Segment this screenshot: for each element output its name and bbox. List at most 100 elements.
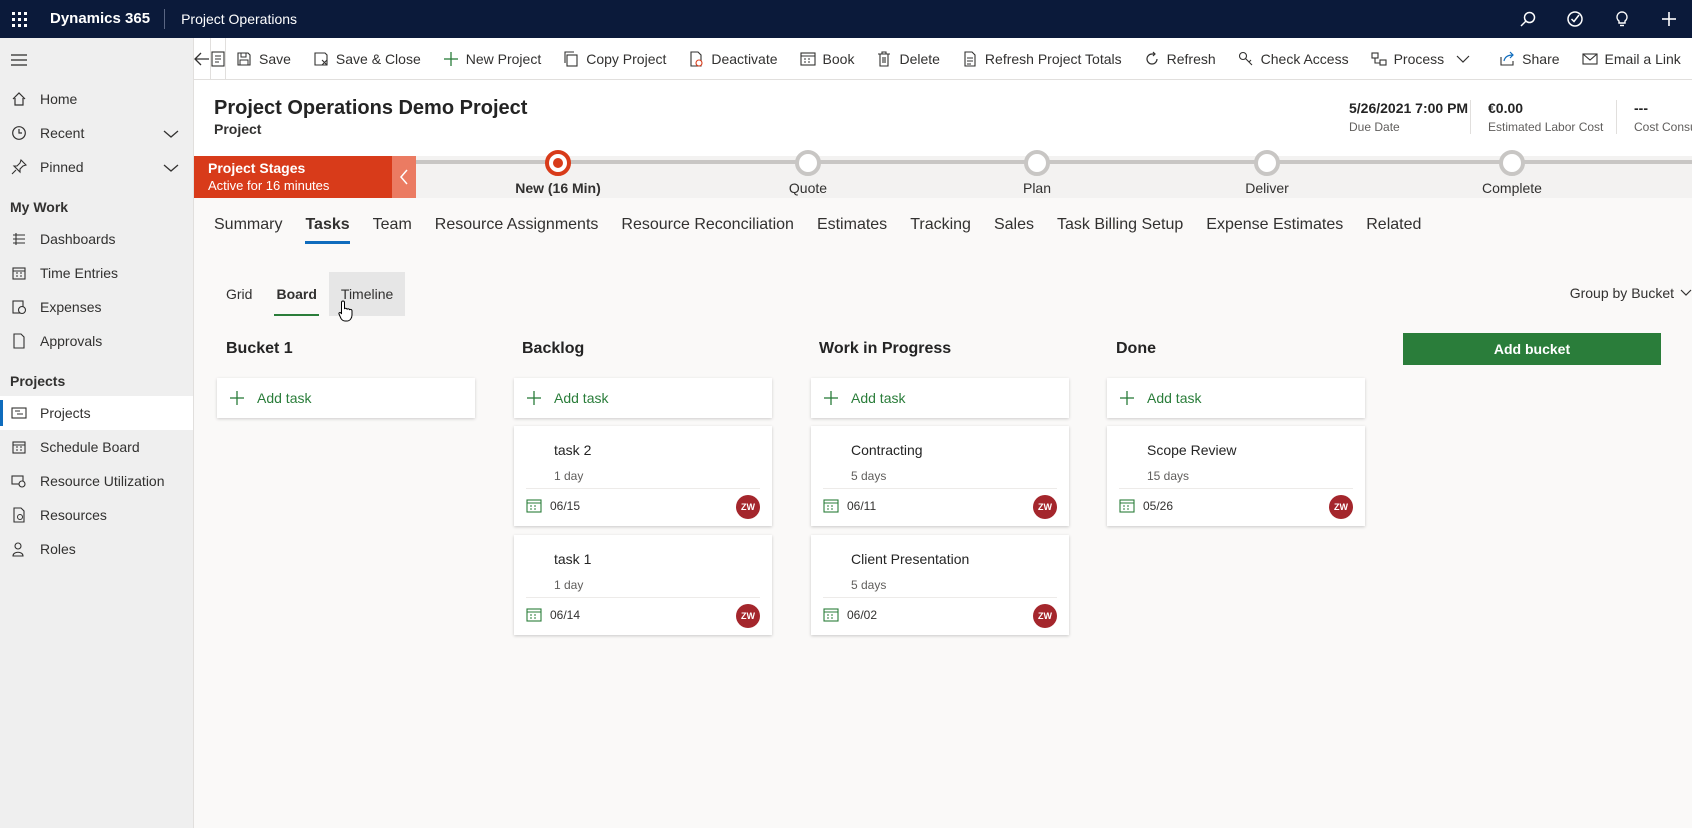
nav-section-projects: Projects bbox=[10, 373, 66, 389]
nav-item-home[interactable]: Home bbox=[0, 82, 193, 116]
deactivate-button[interactable]: Deactivate bbox=[678, 38, 789, 79]
tab-tracking[interactable]: Tracking bbox=[910, 198, 971, 254]
bpf-stage-complete[interactable]: Complete bbox=[1432, 150, 1592, 196]
nav-item-dashboards[interactable]: Dashboards bbox=[0, 222, 193, 256]
bpf-stage-deliver[interactable]: Deliver bbox=[1187, 150, 1347, 196]
card-divider bbox=[823, 597, 1057, 598]
site-map-nav: Home Recent Pinned My Work Dashboards Ti… bbox=[0, 38, 194, 828]
chevron-down-icon[interactable] bbox=[163, 126, 179, 142]
book-button[interactable]: Book bbox=[790, 38, 867, 79]
pin-icon bbox=[10, 158, 28, 176]
subtab-board[interactable]: Board bbox=[264, 272, 328, 316]
business-process-flow: Project Stages Active for 16 minutes New… bbox=[194, 150, 1692, 198]
tab-task-billing-setup[interactable]: Task Billing Setup bbox=[1057, 198, 1183, 254]
bucket-title[interactable]: Done bbox=[1116, 340, 1156, 358]
nav-item-projects[interactable]: Projects bbox=[0, 396, 193, 430]
nav-item-expenses[interactable]: Expenses bbox=[0, 290, 193, 324]
task-due-date: 06/02 bbox=[847, 608, 878, 622]
task-due: 05/26 bbox=[1119, 498, 1173, 514]
add-task-button[interactable]: Add task bbox=[811, 378, 1069, 418]
task-card[interactable]: Contracting 5 days 06/11 ZW bbox=[811, 426, 1069, 526]
add-task-button[interactable]: Add task bbox=[1107, 378, 1365, 418]
nav-item-schedule-board[interactable]: Schedule Board bbox=[0, 430, 193, 464]
nav-item-approvals[interactable]: Approvals bbox=[0, 324, 193, 358]
task-check-icon[interactable] bbox=[1551, 0, 1598, 38]
bucket-title[interactable]: Bucket 1 bbox=[226, 340, 293, 358]
check-access-button[interactable]: Check Access bbox=[1228, 38, 1361, 79]
add-task-label: Add task bbox=[554, 390, 609, 406]
waffle-icon[interactable] bbox=[0, 0, 38, 38]
refresh-button[interactable]: Refresh bbox=[1134, 38, 1228, 79]
bpf-stage-quote[interactable]: Quote bbox=[728, 150, 888, 196]
area-name[interactable]: Project Operations bbox=[165, 11, 297, 27]
nav-item-pinned[interactable]: Pinned bbox=[0, 150, 193, 184]
calendar-icon bbox=[1119, 499, 1135, 513]
calendar-icon bbox=[823, 608, 839, 622]
tab-summary[interactable]: Summary bbox=[214, 198, 282, 254]
task-card[interactable]: task 2 1 day 06/15 ZW bbox=[514, 426, 772, 526]
subtab-grid[interactable]: Grid bbox=[214, 272, 264, 316]
add-task-label: Add task bbox=[851, 390, 906, 406]
save-close-button[interactable]: Save & Close bbox=[303, 38, 433, 79]
form-selector-icon[interactable] bbox=[211, 38, 226, 79]
bpf-stage-new[interactable]: New (16 Min) bbox=[478, 150, 638, 196]
nav-item-resources[interactable]: Resources bbox=[0, 498, 193, 532]
hamburger-icon[interactable] bbox=[0, 38, 193, 82]
lightbulb-icon[interactable] bbox=[1598, 0, 1645, 38]
group-by-dropdown[interactable]: Group by Bucket bbox=[1570, 285, 1692, 301]
bucket-title[interactable]: Backlog bbox=[522, 340, 584, 358]
back-arrow-icon[interactable] bbox=[194, 38, 211, 79]
bpf-stage-plan[interactable]: Plan bbox=[957, 150, 1117, 196]
tab-tasks[interactable]: Tasks bbox=[305, 198, 350, 254]
avatar[interactable]: ZW bbox=[1329, 495, 1353, 519]
tab-expense-estimates[interactable]: Expense Estimates bbox=[1206, 198, 1343, 254]
avatar[interactable]: ZW bbox=[736, 604, 760, 628]
task-card[interactable]: task 1 1 day 06/14 ZW bbox=[514, 535, 772, 635]
task-card[interactable]: Client Presentation 5 days 06/02 ZW bbox=[811, 535, 1069, 635]
plus-icon[interactable] bbox=[1645, 0, 1692, 38]
new-project-button[interactable]: New Project bbox=[433, 38, 553, 79]
avatar[interactable]: ZW bbox=[1033, 604, 1057, 628]
calendar-icon bbox=[823, 499, 839, 513]
calendar-icon bbox=[526, 499, 542, 513]
nav-item-roles[interactable]: Roles bbox=[0, 532, 193, 566]
nav-item-resource-utilization[interactable]: Resource Utilization bbox=[0, 464, 193, 498]
add-task-button[interactable]: Add task bbox=[514, 378, 772, 418]
avatar[interactable]: ZW bbox=[736, 495, 760, 519]
avatar[interactable]: ZW bbox=[1033, 495, 1057, 519]
tab-sales[interactable]: Sales bbox=[994, 198, 1034, 254]
cost-consumption-value: --- bbox=[1634, 100, 1648, 116]
bpf-flyout[interactable]: Project Stages Active for 16 minutes bbox=[194, 156, 392, 198]
tab-resource-assignments[interactable]: Resource Assignments bbox=[435, 198, 599, 254]
nav-item-label: Dashboards bbox=[40, 231, 116, 247]
search-icon[interactable] bbox=[1504, 0, 1551, 38]
task-card[interactable]: Scope Review 15 days 05/26 ZW bbox=[1107, 426, 1365, 526]
chevron-down-icon[interactable] bbox=[163, 160, 179, 176]
bucket-title[interactable]: Work in Progress bbox=[819, 340, 951, 358]
nav-item-label: Projects bbox=[40, 405, 91, 421]
nav-item-recent[interactable]: Recent bbox=[0, 116, 193, 150]
tab-related[interactable]: Related bbox=[1366, 198, 1421, 254]
tab-team[interactable]: Team bbox=[373, 198, 412, 254]
task-due-date: 06/11 bbox=[847, 499, 877, 513]
nav-item-label: Home bbox=[40, 91, 78, 107]
app-name[interactable]: Dynamics 365 bbox=[38, 9, 166, 29]
chevron-left-icon[interactable] bbox=[392, 156, 416, 198]
tab-resource-reconciliation[interactable]: Resource Reconciliation bbox=[621, 198, 794, 254]
add-bucket-button[interactable]: Add bucket bbox=[1403, 333, 1661, 365]
expense-icon bbox=[10, 298, 28, 316]
process-button[interactable]: Process bbox=[1361, 38, 1490, 79]
delete-button[interactable]: Delete bbox=[866, 38, 951, 79]
nav-item-time-entries[interactable]: Time Entries bbox=[0, 256, 193, 290]
refresh-project-totals-button[interactable]: Refresh Project Totals bbox=[952, 38, 1134, 79]
nav-item-label: Resources bbox=[40, 507, 107, 523]
save-close-label: Save & Close bbox=[335, 50, 421, 67]
process-label: Process bbox=[1393, 50, 1445, 67]
copy-project-button[interactable]: Copy Project bbox=[553, 38, 678, 79]
save-button[interactable]: Save bbox=[226, 38, 303, 79]
bpf-subtitle: Active for 16 minutes bbox=[208, 178, 330, 193]
share-button[interactable]: Share bbox=[1489, 38, 1571, 79]
add-task-button[interactable]: Add task bbox=[217, 378, 475, 418]
email-link-button[interactable]: Email a Link bbox=[1572, 38, 1692, 79]
tab-estimates[interactable]: Estimates bbox=[817, 198, 887, 254]
